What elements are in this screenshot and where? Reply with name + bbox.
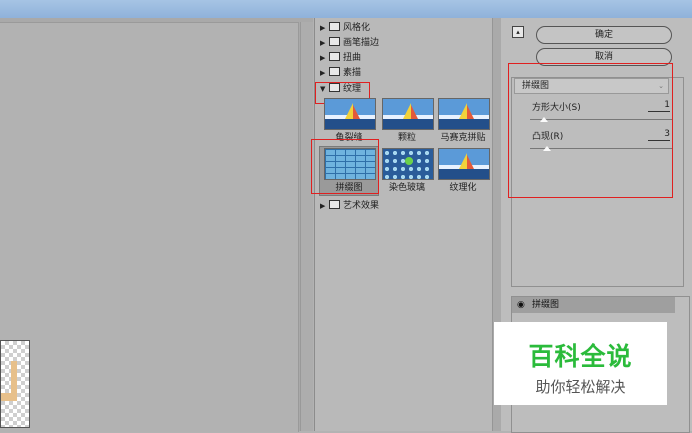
folder-icon [329, 22, 340, 31]
expand-arrow-icon: ▶ [320, 69, 326, 77]
preview-area[interactable] [0, 22, 299, 432]
watermark: 百科全说 助你轻松解决 [494, 322, 667, 405]
expand-arrow-icon: ▶ [320, 24, 326, 32]
effect-layer-row[interactable]: ◉ 拼缀图 [512, 297, 675, 313]
category-artistic[interactable]: ▶ 艺术效果 [320, 200, 379, 213]
label-texturizer: 纹理化 [449, 183, 477, 193]
folder-icon [329, 52, 340, 61]
thumb-mosaic-tiles[interactable] [438, 98, 490, 130]
category-label: 素描 [343, 68, 362, 78]
watermark-subtitle: 助你轻松解决 [535, 378, 626, 396]
expand-arrow-icon: ▶ [320, 54, 326, 62]
preview-scrollbar[interactable] [300, 22, 313, 431]
patchwork-highlight-box [311, 139, 379, 194]
label-grain: 颗粒 [397, 133, 416, 143]
folder-icon [329, 67, 340, 76]
collapse-gallery-button[interactable]: ▴ [512, 26, 524, 38]
effect-layer-name: 拼缀图 [532, 300, 560, 310]
category-label: 风格化 [343, 23, 371, 33]
transparent-preview-image [0, 340, 30, 428]
folder-icon [329, 200, 340, 209]
folder-icon [329, 37, 340, 46]
category-label: 画笔描边 [343, 38, 380, 48]
category-sketch[interactable]: ▶ 素描 [320, 67, 361, 80]
category-stylize[interactable]: ▶ 风格化 [320, 22, 370, 35]
thumb-stained-glass[interactable] [382, 148, 434, 180]
watermark-title: 百科全说 [528, 342, 633, 371]
ok-button[interactable]: 确定 [536, 26, 672, 44]
thumb-grain[interactable] [382, 98, 434, 130]
thumb-texturizer[interactable] [438, 148, 490, 180]
category-brush-strokes[interactable]: ▶ 画笔描边 [320, 37, 379, 50]
label-stained-glass: 染色玻璃 [388, 183, 425, 193]
preview-canvas[interactable] [0, 18, 313, 432]
thumb-craquelure[interactable] [324, 98, 376, 130]
category-label: 扭曲 [343, 53, 362, 63]
category-distort[interactable]: ▶ 扭曲 [320, 52, 361, 65]
category-label: 艺术效果 [343, 201, 380, 211]
expand-arrow-icon: ▶ [320, 39, 326, 47]
eye-icon[interactable]: ◉ [517, 297, 525, 313]
label-mosaic-tiles: 马赛克拼贴 [440, 133, 486, 143]
title-bar [0, 0, 692, 18]
options-highlight-box [508, 63, 673, 198]
expand-arrow-icon: ▶ [320, 202, 326, 210]
